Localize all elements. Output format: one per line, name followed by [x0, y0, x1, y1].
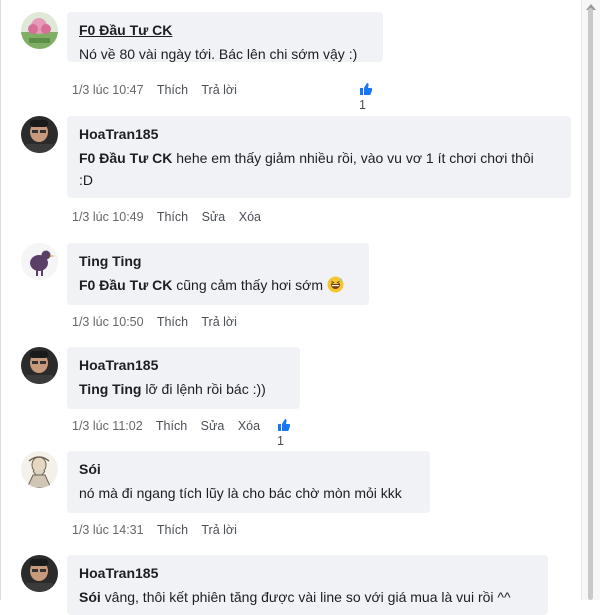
like-action[interactable]: Thích — [157, 315, 188, 329]
like-action[interactable]: Thích — [157, 83, 188, 97]
avatar[interactable] — [21, 347, 58, 384]
comment-author[interactable]: HoaTran185 — [79, 125, 559, 143]
comment-bubble: HoaTran185 Sói vâng, thôi kết phiên tăng… — [67, 555, 548, 615]
comment-meta: 1/3 lúc 14:31 Thích Trả lời — [72, 523, 247, 537]
like-count: 1 — [277, 419, 291, 449]
thumbs-up-icon — [359, 83, 373, 98]
avatar[interactable] — [21, 243, 58, 280]
delete-action[interactable]: Xóa — [238, 419, 260, 433]
comment-meta: 1/3 lúc 10:49 Thích Sửa Xóa — [72, 210, 271, 224]
comment-text: nó mà đi ngang tích lũy là cho bác chờ m… — [79, 485, 402, 501]
scrollbar[interactable] — [581, 0, 600, 600]
comment-text: Ting Ting lỡ đi lệnh rồi bác :)) — [79, 381, 266, 397]
delete-action[interactable]: Xóa — [239, 210, 261, 224]
comment-author[interactable]: HoaTran185 — [79, 564, 536, 582]
like-action[interactable]: Thích — [156, 419, 187, 433]
comment-bubble: Ting Ting F0 Đầu Tư CK cũng cảm thấy hơi… — [67, 243, 369, 305]
comment-time[interactable]: 1/3 lúc 10:50 — [72, 315, 144, 329]
comment-meta: 1/3 lúc 10:47 Thích Trả lời — [72, 83, 247, 97]
comment-time[interactable]: 1/3 lúc 14:31 — [72, 523, 144, 537]
comment-bubble: HoaTran185 Ting Ting lỡ đi lệnh rồi bác … — [67, 347, 300, 409]
comment-bubble: Sói nó mà đi ngang tích lũy là cho bác c… — [67, 451, 430, 513]
comment-text: Sói vâng, thôi kết phiên tăng được vài l… — [79, 589, 511, 605]
edit-action[interactable]: Sửa — [202, 210, 226, 224]
reply-action[interactable]: Trả lời — [201, 83, 237, 97]
thumbs-up-icon — [277, 419, 291, 434]
like-count: 1 — [359, 83, 373, 113]
comment-meta: 1/3 lúc 10:50 Thích Trả lời — [72, 315, 247, 329]
comment-time[interactable]: 1/3 lúc 10:47 — [72, 83, 144, 97]
mention-link[interactable]: Sói — [79, 589, 101, 605]
comment-author[interactable]: Sói — [79, 460, 418, 478]
avatar[interactable] — [21, 12, 58, 49]
reply-action[interactable]: Trả lời — [201, 523, 237, 537]
comment-time[interactable]: 1/3 lúc 11:02 — [72, 419, 143, 433]
mention-link[interactable]: F0 Đầu Tư CK — [79, 150, 172, 166]
mention-link[interactable]: Ting Ting — [79, 381, 141, 397]
comment-author[interactable]: HoaTran185 — [79, 356, 288, 374]
comment-author[interactable]: F0 Đầu Tư CK — [79, 21, 371, 39]
comments-panel: F0 Đầu Tư CK Nó về 80 vài ngày tới. Bác … — [0, 0, 600, 615]
scroll-thumb[interactable] — [588, 8, 593, 600]
avatar[interactable] — [21, 451, 58, 488]
mention-link[interactable]: F0 Đầu Tư CK — [79, 277, 172, 293]
reply-action[interactable]: Trả lời — [201, 315, 237, 329]
comment-text: F0 Đầu Tư CK hehe em thấy giảm nhiều rồi… — [79, 150, 534, 188]
comment-text: F0 Đầu Tư CK cũng cảm thấy hơi sớm — [79, 274, 357, 299]
avatar[interactable] — [21, 116, 58, 153]
comment-bubble: F0 Đầu Tư CK Nó về 80 vài ngày tới. Bác … — [67, 12, 383, 62]
like-number: 1 — [359, 98, 366, 113]
comment-text: Nó về 80 vài ngày tới. Bác lên chi sớm v… — [79, 46, 358, 62]
avatar[interactable] — [21, 555, 58, 592]
like-action[interactable]: Thích — [157, 523, 188, 537]
edit-action[interactable]: Sửa — [201, 419, 225, 433]
grinning-sweat-emoji-icon — [327, 276, 344, 299]
comment-meta: 1/3 lúc 11:02 Thích Sửa Xóa — [72, 419, 270, 433]
comment-author[interactable]: Ting Ting — [79, 252, 357, 270]
like-number: 1 — [277, 434, 284, 449]
comment-time[interactable]: 1/3 lúc 10:49 — [72, 210, 144, 224]
comment-bubble: HoaTran185 F0 Đầu Tư CK hehe em thấy giả… — [67, 116, 571, 198]
like-action[interactable]: Thích — [157, 210, 188, 224]
